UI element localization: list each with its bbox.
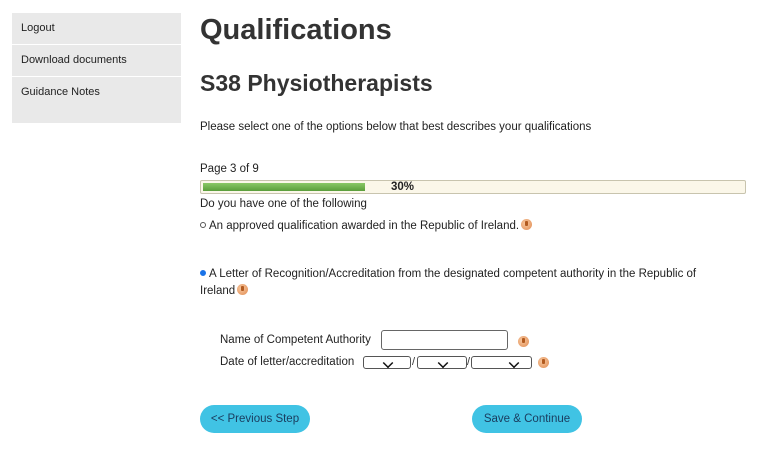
previous-step-button[interactable]: << Previous Step	[200, 405, 310, 433]
help-icon[interactable]	[521, 219, 533, 230]
date-row: Date of letter/accreditation / /	[220, 356, 549, 369]
help-icon[interactable]	[237, 284, 249, 295]
progress-label: 30%	[391, 181, 415, 193]
intro-text: Please select one of the options below t…	[200, 121, 592, 133]
progress-fill	[203, 183, 365, 191]
sidebar-item-logout[interactable]: Logout	[12, 13, 181, 45]
date-label: Date of letter/accreditation	[220, 356, 355, 368]
chevron-down-icon	[382, 357, 394, 369]
help-icon[interactable]	[538, 357, 549, 368]
sidebar-item-guidance-notes[interactable]: Guidance Notes	[12, 77, 181, 108]
authority-row: Name of Competent Authority	[220, 330, 529, 350]
sidebar: Logout Download documents Guidance Notes	[12, 13, 181, 123]
save-continue-button[interactable]: Save & Continue	[472, 405, 582, 433]
option-approved-qualification[interactable]: An approved qualification awarded in the…	[200, 218, 533, 235]
radio-approved-qualification[interactable]	[200, 222, 206, 228]
page-subtitle: S38 Physiotherapists	[200, 70, 433, 96]
year-select[interactable]	[471, 356, 532, 369]
option-label: A Letter of Recognition/Accreditation fr…	[200, 268, 697, 297]
page-indicator: Page 3 of 9	[200, 163, 259, 175]
help-icon[interactable]	[518, 336, 529, 347]
sidebar-item-download-documents[interactable]: Download documents	[12, 45, 181, 77]
authority-input[interactable]	[381, 330, 508, 350]
month-select[interactable]	[417, 356, 467, 369]
chevron-down-icon	[437, 357, 449, 369]
radio-letter-of-recognition[interactable]	[200, 270, 206, 276]
progress-bar: 30%	[200, 180, 746, 194]
option-letter-of-recognition[interactable]: A Letter of Recognition/Accreditation fr…	[200, 266, 730, 300]
day-select[interactable]	[363, 356, 411, 369]
date-separator: /	[467, 356, 471, 368]
chevron-down-icon	[508, 357, 520, 369]
authority-label: Name of Competent Authority	[220, 334, 371, 346]
page-title: Qualifications	[200, 14, 392, 46]
question-text: Do you have one of the following	[200, 198, 367, 210]
option-label: An approved qualification awarded in the…	[209, 220, 520, 232]
date-separator: /	[412, 356, 416, 368]
